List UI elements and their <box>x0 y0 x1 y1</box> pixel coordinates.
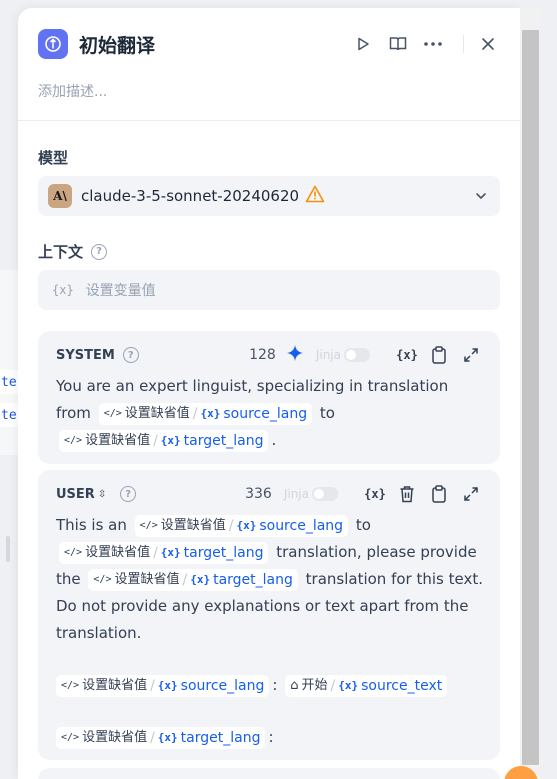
home-icon: ⌂ <box>290 677 299 693</box>
jinja-toggle[interactable]: Jinja <box>316 348 370 362</box>
book-icon[interactable] <box>386 32 410 56</box>
model-name: claude-3-5-sonnet-20240620 <box>81 187 300 205</box>
anthropic-logo-icon: A\ <box>48 184 72 208</box>
code-icon: </> <box>64 546 83 558</box>
system-prompt-editor[interactable]: SYSTEM ? 128 Jinja {x} You are an expert… <box>38 331 500 464</box>
variable-tag[interactable]: </> 设置缺省值 / {x} target_lang <box>59 429 269 452</box>
clipboard-icon[interactable] <box>428 483 450 505</box>
variable-tag[interactable]: </> 设置缺省值 / {x} target_lang <box>59 541 269 564</box>
help-icon[interactable]: ? <box>120 486 137 502</box>
close-icon[interactable] <box>476 32 500 56</box>
variable-tag[interactable]: </> 设置缺省值 / {x} source_lang <box>56 674 270 697</box>
expand-icon[interactable] <box>460 344 482 366</box>
jinja-toggle[interactable]: Jinja <box>284 487 338 501</box>
role-select[interactable]: USER <box>56 487 95 502</box>
variable-icon: {x} <box>236 518 257 532</box>
description-input[interactable]: 添加描述... <box>38 81 107 101</box>
variable-icon: {x} <box>190 572 211 586</box>
code-icon: </> <box>61 679 80 691</box>
scrollbar-thumb[interactable] <box>522 30 539 765</box>
chevron-updown-icon[interactable]: ⇳ <box>98 489 106 500</box>
llm-node-icon <box>38 29 68 59</box>
canvas-handle[interactable] <box>6 536 10 562</box>
expand-icon[interactable] <box>460 483 482 505</box>
help-icon[interactable]: ? <box>91 243 108 260</box>
sparkle-icon[interactable] <box>286 344 304 366</box>
context-label: 上下文 ? <box>38 241 108 262</box>
trash-icon[interactable] <box>396 483 418 505</box>
page-title: 初始翻译 <box>79 34 156 57</box>
next-prompt-editor[interactable] <box>38 768 500 779</box>
code-icon: </> <box>93 573 112 585</box>
prompt-toolbar: 336 Jinja {x} <box>245 482 482 506</box>
variable-icon: {x} <box>52 283 74 297</box>
variable-icon: {x} <box>338 678 359 692</box>
variable-tag[interactable]: </> 设置缺省值 / {x} source_lang <box>98 402 313 425</box>
prompt-toolbar: 128 Jinja {x} <box>249 343 482 367</box>
header-actions <box>340 28 500 60</box>
node-settings-panel: 初始翻译 添加描述... 模型 A\ claude-3-5-sonnet-202… <box>18 8 520 779</box>
panel-header: 初始翻译 <box>38 28 500 60</box>
model-select[interactable]: A\ claude-3-5-sonnet-20240620 <box>38 176 500 216</box>
prompt-text[interactable]: This is an </> 设置缺省值 / {x} source_lang to </… <box>56 512 486 751</box>
toggle-switch[interactable] <box>312 487 338 501</box>
variable-tag[interactable]: ⌂ 开始 / {x} source_text <box>285 674 448 697</box>
role-label: SYSTEM <box>56 347 115 363</box>
code-icon: </> <box>103 407 122 419</box>
variable-icon: {x} <box>160 545 181 559</box>
model-label: 模型 <box>38 149 69 167</box>
more-icon[interactable] <box>421 32 445 56</box>
prompt-header: SYSTEM ? 128 Jinja {x} <box>56 343 482 367</box>
header-divider <box>463 35 464 53</box>
variable-tag[interactable]: </> 设置缺省值 / {x} target_lang <box>56 726 266 749</box>
token-count: 128 <box>249 347 276 363</box>
variable-tag[interactable]: </> 设置缺省值 / {x} target_lang <box>88 568 298 591</box>
variable-icon: {x} <box>157 678 178 692</box>
canvas-background <box>0 270 20 455</box>
insert-variable-icon[interactable]: {x} <box>364 483 386 505</box>
user-prompt-editor[interactable]: USER ⇳ ? 336 Jinja {x} This is an </> 设置缺… <box>38 470 500 760</box>
token-count: 336 <box>245 486 272 502</box>
context-variable-input[interactable]: {x} 设置变量值 <box>38 270 500 310</box>
variable-icon: {x} <box>200 406 221 420</box>
prompt-text[interactable]: You are an expert linguist, specializing… <box>56 373 486 454</box>
code-icon: </> <box>139 519 158 531</box>
prompt-header: USER ⇳ ? 336 Jinja {x} <box>56 482 482 506</box>
variable-icon: {x} <box>157 730 178 744</box>
variable-icon: {x} <box>160 433 181 447</box>
run-icon[interactable] <box>351 32 375 56</box>
code-icon: </> <box>64 434 83 446</box>
warning-icon[interactable] <box>305 185 325 207</box>
code-icon: </> <box>61 731 80 743</box>
divider <box>18 120 520 121</box>
chevron-down-icon[interactable] <box>474 188 488 207</box>
clipboard-icon[interactable] <box>428 344 450 366</box>
help-icon[interactable]: ? <box>122 347 139 363</box>
insert-variable-icon[interactable]: {x} <box>396 344 418 366</box>
variable-tag[interactable]: </> 设置缺省值 / {x} source_lang <box>134 514 349 537</box>
toggle-switch[interactable] <box>344 348 370 362</box>
